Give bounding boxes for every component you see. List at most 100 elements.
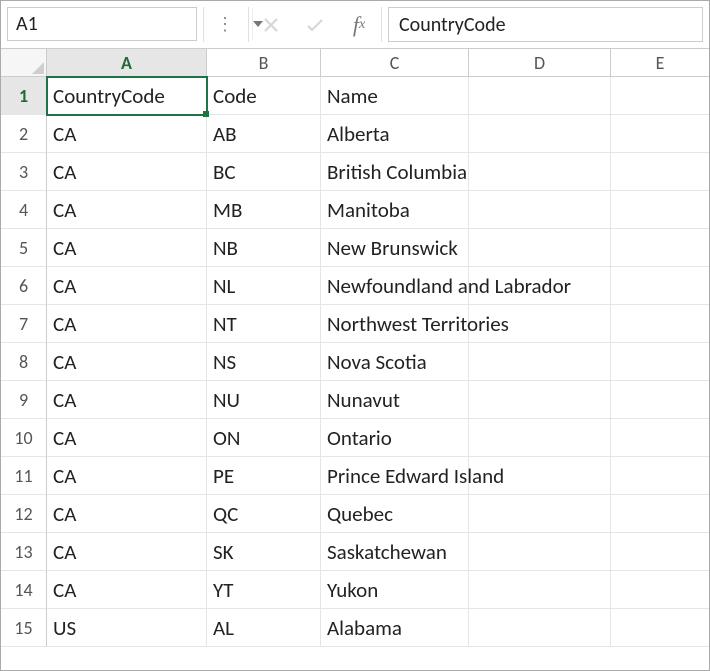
cell-E15[interactable] <box>611 609 709 647</box>
col-header-E[interactable]: E <box>611 49 709 77</box>
row-header[interactable]: 15 <box>1 609 47 647</box>
row-header[interactable]: 10 <box>1 419 47 457</box>
cell-D8[interactable] <box>469 343 611 381</box>
cell-C3[interactable]: British Columbia <box>321 153 469 191</box>
col-header-A[interactable]: A <box>47 49 207 77</box>
row-header[interactable]: 2 <box>1 115 47 153</box>
cell-C1[interactable]: Name <box>321 77 469 115</box>
cell-E5[interactable] <box>611 229 709 267</box>
cell-D13[interactable] <box>469 533 611 571</box>
cell-E13[interactable] <box>611 533 709 571</box>
cell-C9[interactable]: Nunavut <box>321 381 469 419</box>
cell-E2[interactable] <box>611 115 709 153</box>
cell-B4[interactable]: MB <box>207 191 321 229</box>
table-row: 11CAPEPrince Edward Island <box>1 457 709 495</box>
cell-E10[interactable] <box>611 419 709 457</box>
col-header-D[interactable]: D <box>469 49 611 77</box>
row-header[interactable]: 4 <box>1 191 47 229</box>
formula-input-wrap[interactable] <box>388 7 703 42</box>
cell-C4[interactable]: Manitoba <box>321 191 469 229</box>
cell-A9[interactable]: CA <box>47 381 207 419</box>
row-header[interactable]: 3 <box>1 153 47 191</box>
cell-C13[interactable]: Saskatchewan <box>321 533 469 571</box>
col-header-C[interactable]: C <box>321 49 469 77</box>
cell-B14[interactable]: YT <box>207 571 321 609</box>
col-header-B[interactable]: B <box>207 49 321 77</box>
cell-B8[interactable]: NS <box>207 343 321 381</box>
cell-B10[interactable]: ON <box>207 419 321 457</box>
cell-D4[interactable] <box>469 191 611 229</box>
cell-B12[interactable]: QC <box>207 495 321 533</box>
row-header[interactable]: 13 <box>1 533 47 571</box>
row-header[interactable]: 9 <box>1 381 47 419</box>
cell-E1[interactable] <box>611 77 709 115</box>
cell-E11[interactable] <box>611 457 709 495</box>
cell-A8[interactable]: CA <box>47 343 207 381</box>
cell-D12[interactable] <box>469 495 611 533</box>
cell-D3[interactable] <box>469 153 611 191</box>
cell-A2[interactable]: CA <box>47 115 207 153</box>
select-all-corner[interactable] <box>1 49 47 77</box>
cell-A13[interactable]: CA <box>47 533 207 571</box>
cell-D1[interactable] <box>469 77 611 115</box>
cell-B2[interactable]: AB <box>207 115 321 153</box>
cell-D15[interactable] <box>469 609 611 647</box>
cell-A12[interactable]: CA <box>47 495 207 533</box>
fx-icon[interactable]: fx <box>337 1 381 48</box>
cell-D14[interactable] <box>469 571 611 609</box>
cell-B7[interactable]: NT <box>207 305 321 343</box>
cell-E4[interactable] <box>611 191 709 229</box>
table-row: 4CAMBManitoba <box>1 191 709 229</box>
cell-D2[interactable] <box>469 115 611 153</box>
cell-A15[interactable]: US <box>47 609 207 647</box>
cell-A7[interactable]: CA <box>47 305 207 343</box>
cell-C7[interactable]: Northwest Territories <box>321 305 469 343</box>
cell-D9[interactable] <box>469 381 611 419</box>
cell-C14[interactable]: Yukon <box>321 571 469 609</box>
cell-B3[interactable]: BC <box>207 153 321 191</box>
cell-C2[interactable]: Alberta <box>321 115 469 153</box>
row-header[interactable]: 1 <box>1 77 47 115</box>
cell-C6[interactable]: Newfoundland and Labrador <box>321 267 469 305</box>
cell-A4[interactable]: CA <box>47 191 207 229</box>
row-header[interactable]: 14 <box>1 571 47 609</box>
cell-B9[interactable]: NU <box>207 381 321 419</box>
row-header[interactable]: 5 <box>1 229 47 267</box>
cell-C12[interactable]: Quebec <box>321 495 469 533</box>
cell-E8[interactable] <box>611 343 709 381</box>
cell-E14[interactable] <box>611 571 709 609</box>
cell-C10[interactable]: Ontario <box>321 419 469 457</box>
name-box[interactable] <box>7 7 197 41</box>
cell-A1[interactable]: CountryCode <box>47 77 207 115</box>
cell-A11[interactable]: CA <box>47 457 207 495</box>
cell-B6[interactable]: NL <box>207 267 321 305</box>
row-header[interactable]: 8 <box>1 343 47 381</box>
formula-input[interactable] <box>389 13 702 37</box>
cell-B1[interactable]: Code <box>207 77 321 115</box>
row-header[interactable]: 11 <box>1 457 47 495</box>
cell-B13[interactable]: SK <box>207 533 321 571</box>
cell-E3[interactable] <box>611 153 709 191</box>
cell-C5[interactable]: New Brunswick <box>321 229 469 267</box>
row-header[interactable]: 12 <box>1 495 47 533</box>
cell-E7[interactable] <box>611 305 709 343</box>
row-header[interactable]: 7 <box>1 305 47 343</box>
cell-E6[interactable] <box>611 267 709 305</box>
cell-B11[interactable]: PE <box>207 457 321 495</box>
cell-A6[interactable]: CA <box>47 267 207 305</box>
cell-C8[interactable]: Nova Scotia <box>321 343 469 381</box>
row-header[interactable]: 6 <box>1 267 47 305</box>
cell-D5[interactable] <box>469 229 611 267</box>
cell-A10[interactable]: CA <box>47 419 207 457</box>
cell-C11[interactable]: Prince Edward Island <box>321 457 469 495</box>
cell-A5[interactable]: CA <box>47 229 207 267</box>
cell-A14[interactable]: CA <box>47 571 207 609</box>
cell-B15[interactable]: AL <box>207 609 321 647</box>
cell-A3[interactable]: CA <box>47 153 207 191</box>
cell-B5[interactable]: NB <box>207 229 321 267</box>
cell-E9[interactable] <box>611 381 709 419</box>
cell-E12[interactable] <box>611 495 709 533</box>
cell-D10[interactable] <box>469 419 611 457</box>
formula-bar-expand-icon[interactable]: ⋮ <box>204 1 248 48</box>
cell-C15[interactable]: Alabama <box>321 609 469 647</box>
